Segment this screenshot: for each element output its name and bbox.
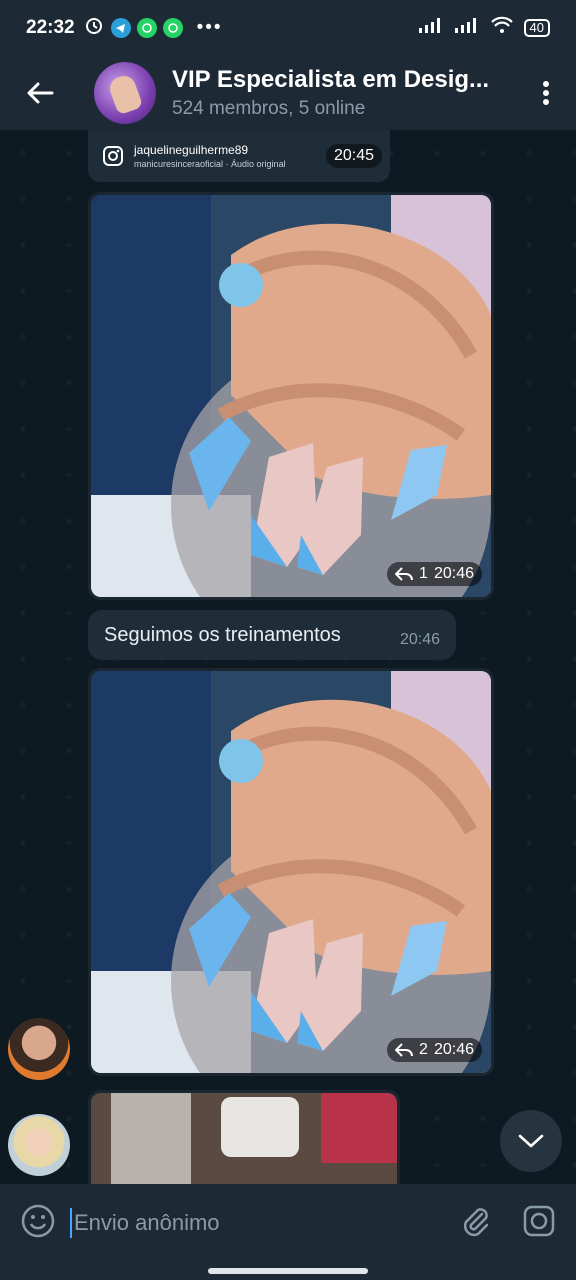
time-label: 20:46 [433, 565, 474, 582]
battery-indicator: 40 [523, 19, 550, 37]
nail-photo [91, 195, 491, 597]
reply-icon [395, 567, 414, 581]
chat-title: VIP Especialista em Desig... [172, 66, 490, 93]
photo-content [91, 671, 491, 1073]
scroll-to-bottom-button[interactable] [500, 1110, 562, 1172]
instagram-icon [103, 146, 123, 166]
text-cursor [70, 1208, 72, 1238]
instagram-reel-message[interactable]: jaquelineguilherme89 manicuresinceraofic… [88, 130, 390, 182]
reply-icon [395, 1043, 414, 1057]
paperclip-icon [463, 1207, 489, 1236]
text-message[interactable]: Seguimos os treinamentos 20:46 [88, 610, 456, 660]
wifi-icon [490, 16, 514, 40]
more-notifications-icon: ••• [196, 17, 223, 38]
reel-username: jaquelineguilherme89 [134, 143, 249, 157]
telegram-icon [110, 18, 131, 38]
whatsapp-icon [136, 18, 157, 38]
whatsapp-business-icon [162, 18, 183, 38]
signal-icon-2 [454, 16, 480, 40]
signal-icon [418, 16, 444, 40]
time-label: 20:45 [333, 147, 374, 164]
sender-avatar[interactable] [8, 1018, 70, 1080]
time-label: 20:46 [399, 631, 440, 648]
emoji-button[interactable] [20, 1203, 56, 1244]
emoji-icon [21, 1204, 55, 1237]
nail-photo [91, 671, 491, 1073]
reply-count: 1 [419, 565, 428, 582]
photo-message[interactable] [88, 1090, 400, 1184]
message-meta: 2 20:46 [387, 1038, 482, 1062]
photo-content [91, 1093, 397, 1184]
reply-count: 2 [419, 1041, 428, 1058]
product-photo [91, 1093, 397, 1184]
group-avatar[interactable] [94, 62, 156, 124]
chat-header: VIP Especialista em Desig... 524 membros… [0, 56, 576, 130]
chat-title-block[interactable]: VIP Especialista em Desig... 524 membros… [172, 66, 516, 120]
status-time: 22:32 [26, 17, 75, 38]
attach-button[interactable] [458, 1204, 492, 1243]
photo-message[interactable]: 1 20:46 [88, 192, 494, 600]
camera-icon [523, 1205, 555, 1236]
message-input-bar [0, 1184, 576, 1262]
more-options-button[interactable] [516, 56, 576, 130]
more-vertical-icon [543, 81, 549, 105]
alarm-icon [83, 14, 105, 42]
message-meta: 1 20:46 [387, 562, 482, 586]
chat-subtitle: 524 membros, 5 online [172, 98, 366, 119]
home-gesture-handle[interactable] [208, 1268, 368, 1274]
reel-audio: manicuresinceraoficial · Áudio original [134, 159, 286, 169]
chevron-down-icon [518, 1134, 544, 1148]
system-nav-bar [0, 1262, 576, 1280]
back-button[interactable] [0, 56, 80, 130]
message-text: Seguimos os treinamentos [104, 623, 341, 646]
photo-content [91, 195, 491, 597]
time-label: 20:46 [433, 1041, 474, 1058]
message-time: 20:45 [325, 144, 382, 168]
camera-button[interactable] [522, 1204, 556, 1243]
photo-message[interactable]: 2 20:46 [88, 668, 494, 1076]
message-input[interactable] [74, 1210, 458, 1236]
sender-avatar[interactable] [8, 1114, 70, 1176]
arrow-left-icon [27, 82, 54, 104]
status-bar: 22:32 ••• 40 [0, 0, 576, 56]
chat-area[interactable]: jaquelineguilherme89 manicuresinceraofic… [0, 130, 576, 1184]
